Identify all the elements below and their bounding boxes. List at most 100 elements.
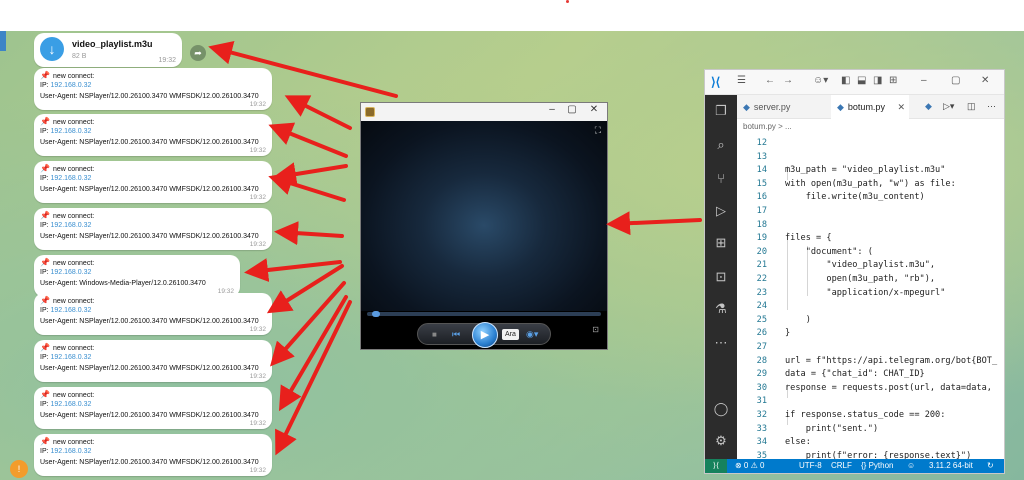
split-editor-icon[interactable]: ◫ xyxy=(967,101,976,112)
extensions-icon[interactable]: ⊞ xyxy=(713,235,729,251)
run-debug-icon[interactable]: ▷ xyxy=(713,203,729,219)
ip-link[interactable]: 192.168.0.32 xyxy=(51,175,92,182)
connect-message[interactable]: 📌 new connect: IP: 192.168.0.32 User-Agent:… xyxy=(34,161,272,203)
ip-link[interactable]: 192.168.0.32 xyxy=(51,354,92,361)
forward-nav-icon[interactable]: → xyxy=(783,75,793,86)
ip-link[interactable]: 192.168.0.32 xyxy=(51,82,92,89)
line-number: 14 xyxy=(756,165,767,176)
connect-message[interactable]: 📌 new connect: IP: 192.168.0.32 User-Agent:… xyxy=(34,434,272,476)
python-extension-icon[interactable]: ◆ xyxy=(925,101,932,112)
language-status[interactable]: {} Python xyxy=(861,459,893,473)
connect-message[interactable]: 📌 new connect: IP: 192.168.0.32 User-Agent:… xyxy=(34,255,240,297)
video-area[interactable]: ⛶ xyxy=(361,121,607,311)
stop-icon[interactable]: ■ xyxy=(432,330,437,339)
code-line[interactable]: "video_playlist.m3u", xyxy=(785,260,935,270)
editor-tabs: ◆ server.py ◆ botum.py ✕ ◆ ▷▾ ◫ ⋯ xyxy=(737,95,1004,119)
account-icon[interactable]: ◯ xyxy=(713,401,729,417)
code-line[interactable]: open(m3u_path, "rb"), xyxy=(785,274,935,284)
code-editor[interactable]: 12 13 14 m3u_path = "video_playlist.m3u" 15 w… xyxy=(737,134,1004,459)
file-message[interactable]: ↓ video_playlist.m3u 82 B 19:32 xyxy=(34,33,182,67)
mode-badge[interactable]: Ara xyxy=(502,329,519,340)
copilot-status-icon[interactable]: ☺ xyxy=(907,459,915,473)
code-line[interactable]: data = {"chat_id": CHAT_ID} xyxy=(785,369,925,379)
layout-panel-icon[interactable]: ⬓ xyxy=(857,75,866,86)
close-icon[interactable]: ✕ xyxy=(585,104,603,115)
code-line[interactable]: "application/x-mpegurl" xyxy=(785,288,945,298)
code-line[interactable]: if response.status_code == 200: xyxy=(785,410,945,420)
settings-gear-icon[interactable]: ⚙ xyxy=(713,433,729,449)
layout-secondary-icon[interactable]: ◨ xyxy=(873,75,882,86)
minimize-icon[interactable]: – xyxy=(921,75,927,86)
play-icon[interactable]: ▶ xyxy=(472,322,498,348)
encoding-status[interactable]: UTF-8 xyxy=(799,459,822,473)
code-line[interactable]: ) xyxy=(785,315,811,325)
customize-layout-icon[interactable]: ⊞ xyxy=(889,75,897,86)
back-icon[interactable]: ← xyxy=(765,75,775,86)
volume-icon[interactable]: ◉▾ xyxy=(526,329,538,340)
ip-link[interactable]: 192.168.0.32 xyxy=(51,448,92,455)
code-line[interactable]: url = f"https://api.telegram.org/bot{BOT… xyxy=(785,356,997,366)
code-line[interactable]: else: xyxy=(785,437,811,447)
notification-badge-icon[interactable]: ! xyxy=(10,460,28,478)
problems-status[interactable]: ⊗ 0 ⚠ 0 xyxy=(735,459,764,473)
minimize-icon[interactable]: – xyxy=(543,104,561,115)
line-number: 24 xyxy=(756,301,767,312)
ip-link[interactable]: 192.168.0.32 xyxy=(51,128,92,135)
breadcrumb[interactable]: botum.py > ... xyxy=(737,119,1004,134)
search-icon[interactable]: ⌕ xyxy=(713,137,729,153)
connect-message[interactable]: 📌 new connect: IP: 192.168.0.32 User-Agent:… xyxy=(34,293,272,335)
connect-message[interactable]: 📌 new connect: IP: 192.168.0.32 User-Agent:… xyxy=(34,68,272,110)
code-line[interactable]: with open(m3u_path, "w") as file: xyxy=(785,179,956,189)
seek-knob[interactable] xyxy=(372,311,380,317)
notifications-icon[interactable]: ↻ xyxy=(987,459,994,473)
code-line[interactable]: files = { xyxy=(785,233,832,243)
close-icon[interactable]: ✕ xyxy=(981,75,989,86)
maximize-icon[interactable]: ▢ xyxy=(951,75,960,86)
message-title-line: 📌 new connect: xyxy=(40,164,94,173)
ip-link[interactable]: 192.168.0.32 xyxy=(51,401,92,408)
tab-server-py[interactable]: ◆ server.py xyxy=(737,95,829,119)
switch-view-icon[interactable]: ⊡ xyxy=(592,325,599,334)
line-number: 23 xyxy=(756,287,767,298)
explorer-icon[interactable]: ❐ xyxy=(713,103,729,119)
forward-icon[interactable]: ➦ xyxy=(190,45,206,61)
message-title: new connect: xyxy=(52,439,95,446)
ip-link[interactable]: 192.168.0.32 xyxy=(51,269,92,276)
code-line[interactable]: file.write(m3u_content) xyxy=(785,192,925,202)
code-line[interactable]: response = requests.post(url, data=data, xyxy=(785,383,992,393)
copilot-icon[interactable]: ☺▾ xyxy=(813,75,828,86)
eol-status[interactable]: CRLF xyxy=(831,459,852,473)
previous-icon[interactable]: ⏮ xyxy=(452,329,460,340)
interpreter-status[interactable]: 3.11.2 64-bit xyxy=(929,459,973,473)
more-icon[interactable]: ⋯ xyxy=(713,335,729,351)
ip-label: IP: xyxy=(40,269,49,276)
connect-message[interactable]: 📌 new connect: IP: 192.168.0.32 User-Agent:… xyxy=(34,387,272,429)
ip-label: IP: xyxy=(40,448,49,455)
seek-bar[interactable] xyxy=(367,311,601,317)
code-line[interactable]: "document": ( xyxy=(785,247,873,257)
download-icon[interactable]: ↓ xyxy=(40,37,64,61)
code-line[interactable]: print("sent.") xyxy=(785,424,878,434)
code-line[interactable]: print(f"error: {response.text}") xyxy=(785,451,972,459)
run-file-icon[interactable]: ▷▾ xyxy=(943,101,954,112)
connect-message[interactable]: 📌 new connect: IP: 192.168.0.32 User-Agent:… xyxy=(34,340,272,382)
ip-link[interactable]: 192.168.0.32 xyxy=(51,222,92,229)
more-actions-icon[interactable]: ⋯ xyxy=(987,101,996,112)
layout-sidebar-icon[interactable]: ◧ xyxy=(841,75,850,86)
testing-icon[interactable]: ⚗ xyxy=(713,301,729,317)
ip-link[interactable]: 192.168.0.32 xyxy=(51,307,92,314)
maximize-icon[interactable]: ▢ xyxy=(563,104,581,115)
menu-icon[interactable]: ☰ xyxy=(737,75,746,86)
remote-icon[interactable]: ⟩⟨ xyxy=(705,459,727,473)
close-tab-icon[interactable]: ✕ xyxy=(897,95,905,119)
remote-explorer-icon[interactable]: ⊡ xyxy=(713,269,729,285)
code-line[interactable]: m3u_path = "video_playlist.m3u" xyxy=(785,165,945,175)
code-line[interactable]: } xyxy=(785,328,790,338)
line-number: 16 xyxy=(756,192,767,203)
fullscreen-icon[interactable]: ⛶ xyxy=(595,125,601,136)
connect-message[interactable]: 📌 new connect: IP: 192.168.0.32 User-Agent:… xyxy=(34,208,272,250)
tab-botum-py[interactable]: ◆ botum.py ✕ xyxy=(831,95,909,119)
connect-message[interactable]: 📌 new connect: IP: 192.168.0.32 User-Agent:… xyxy=(34,114,272,156)
source-control-icon[interactable]: ⑂ xyxy=(713,171,729,187)
ip-line: IP: 192.168.0.32 xyxy=(40,307,91,314)
